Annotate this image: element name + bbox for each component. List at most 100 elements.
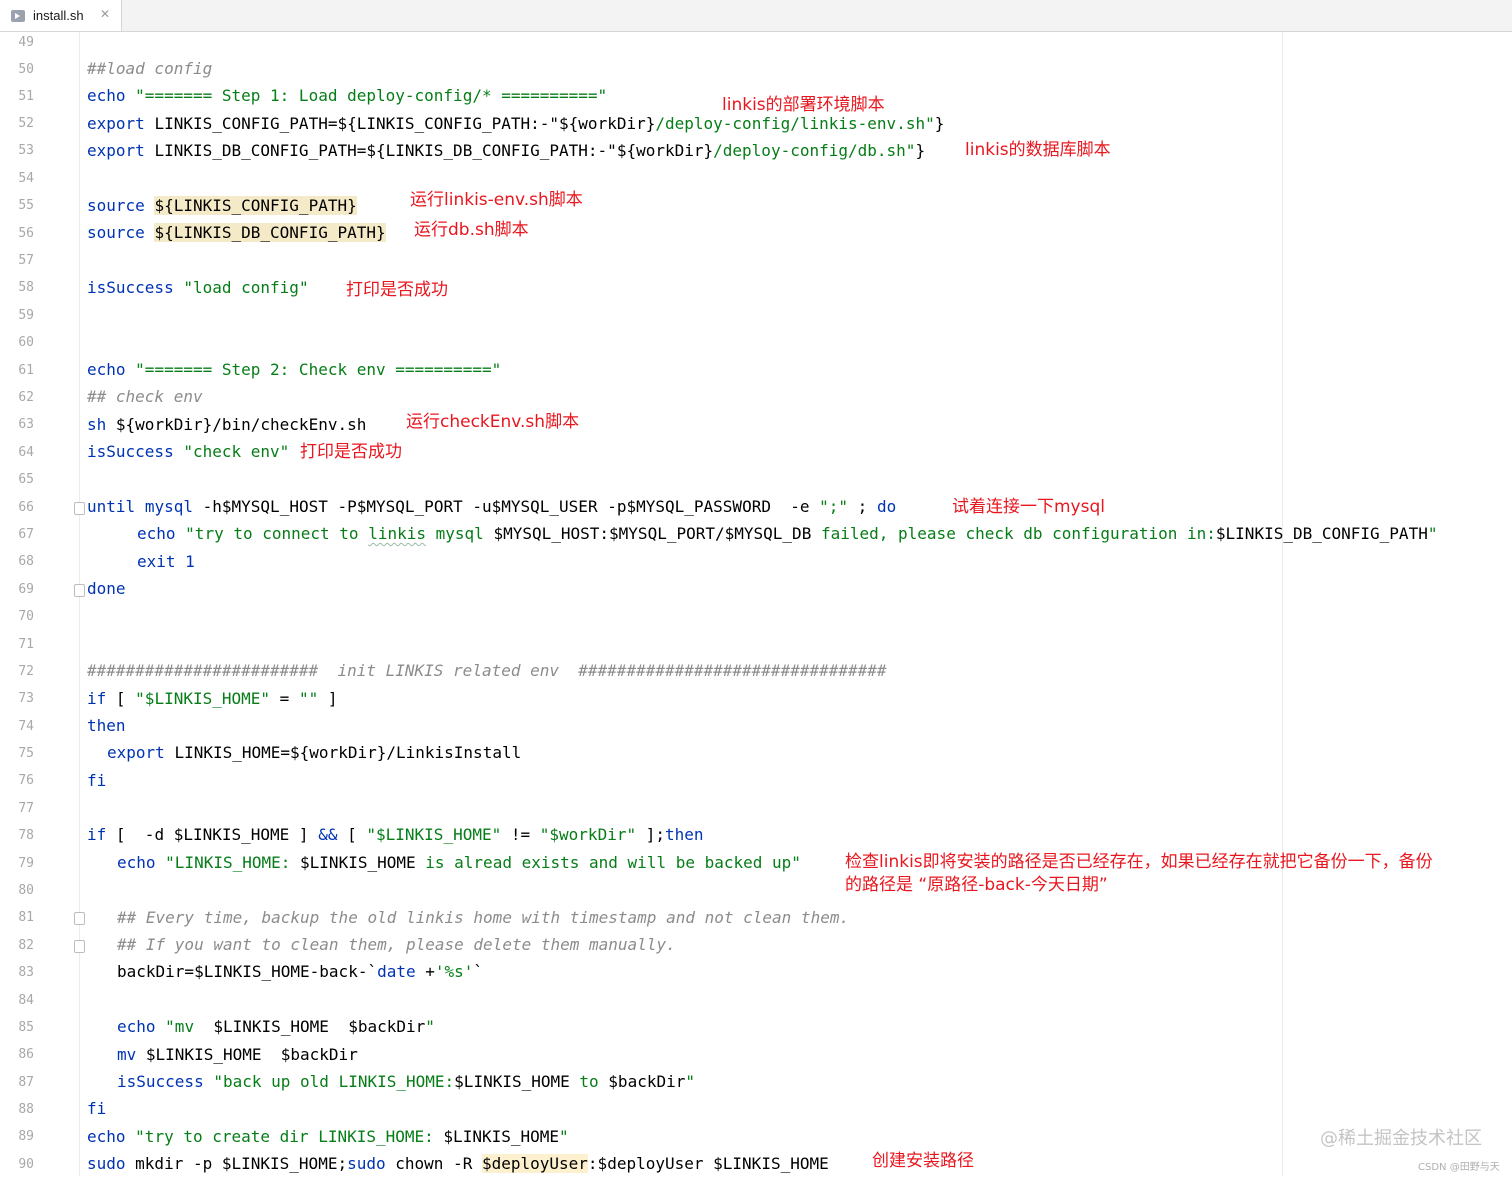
code-line-76[interactable]: fi bbox=[87, 767, 106, 794]
code-line-75[interactable]: export LINKIS_HOME=${workDir}/LinkisInst… bbox=[107, 739, 521, 766]
line-number: 87 bbox=[18, 1075, 34, 1090]
code-line-53[interactable]: export LINKIS_DB_CONFIG_PATH=${LINKIS_DB… bbox=[87, 137, 925, 164]
keyword: echo bbox=[137, 524, 176, 543]
code-line-61[interactable]: echo "======= Step 2: Check env ========… bbox=[87, 356, 501, 383]
code-line-83[interactable]: backDir=$LINKIS_HOME-back-`date +'%s'` bbox=[117, 958, 483, 985]
code-line-50[interactable]: ##load config bbox=[87, 55, 212, 82]
line-number: 60 bbox=[18, 335, 34, 350]
variable: $LINKIS_HOME bbox=[454, 1072, 570, 1091]
code-line-73[interactable]: if [ "$LINKIS_HOME" = "" ] bbox=[87, 685, 337, 712]
command: mysql bbox=[144, 497, 193, 516]
fold-marker-icon[interactable] bbox=[74, 940, 85, 953]
keyword: source bbox=[87, 223, 145, 242]
credit-text: CSDN @田野与天 bbox=[1418, 1162, 1500, 1173]
code-line-79[interactable]: echo "LINKIS_HOME: $LINKIS_HOME is alrea… bbox=[117, 849, 801, 876]
string: "$LINKIS_HOME" bbox=[366, 825, 502, 844]
code-line-72[interactable]: ######################## init LINKIS rel… bbox=[87, 657, 887, 684]
keyword: export bbox=[107, 743, 165, 762]
line-number: 52 bbox=[18, 116, 34, 131]
keyword: fi bbox=[87, 771, 107, 790]
test: [ -d $LINKIS_HOME ] bbox=[115, 825, 319, 844]
line-number: 59 bbox=[18, 308, 34, 323]
string: "======= Step 2: Check env ==========" bbox=[135, 360, 502, 379]
line-number: 65 bbox=[18, 472, 34, 487]
code-line-85[interactable]: echo "mv $LINKIS_HOME $backDir" bbox=[117, 1013, 435, 1040]
backtick: ` bbox=[473, 962, 484, 981]
line-number: 62 bbox=[18, 390, 34, 405]
assignment: LINKIS_HOME=${workDir}/LinkisInstall bbox=[174, 743, 522, 762]
line-number-gutter: 49 50 51 52 53 54 55 56 57 58 59 60 61 6… bbox=[0, 32, 85, 1176]
annotation-db-script: linkis的数据库脚本 bbox=[965, 140, 1111, 160]
annotation-try-mysql: 试着连接一下mysql bbox=[952, 497, 1105, 517]
line-number: 50 bbox=[18, 62, 34, 77]
code-line-87[interactable]: isSuccess "back up old LINKIS_HOME:$LINK… bbox=[117, 1068, 695, 1095]
keyword: until bbox=[87, 497, 136, 516]
string: " bbox=[425, 1017, 435, 1036]
line-number: 67 bbox=[18, 527, 34, 542]
variable: $LINKIS_HOME bbox=[443, 1127, 560, 1146]
annotation-run-linkis-env: 运行linkis-env.sh脚本 bbox=[410, 190, 583, 210]
annotation-create-path: 创建安装路径 bbox=[872, 1151, 974, 1171]
expansion: ${LINKIS_DB_CONFIG_PATH:-" bbox=[366, 141, 617, 160]
code-line-62[interactable]: ## check env bbox=[87, 383, 203, 410]
keyword: echo bbox=[87, 86, 126, 105]
code-line-82[interactable]: ## If you want to clean them, please del… bbox=[117, 931, 676, 958]
line-number: 78 bbox=[18, 828, 34, 843]
line-number: 75 bbox=[18, 746, 34, 761]
code-line-66[interactable]: until mysql -h$MYSQL_HOST -P$MYSQL_PORT … bbox=[87, 493, 896, 520]
keyword: echo bbox=[87, 1127, 126, 1146]
fold-marker-icon[interactable] bbox=[74, 912, 85, 925]
code-line-69[interactable]: done bbox=[87, 575, 126, 602]
arguments: -h$MYSQL_HOST -P$MYSQL_PORT -u$MYSQL_USE… bbox=[202, 497, 820, 516]
line-number: 58 bbox=[18, 280, 34, 295]
tab-label: install.sh bbox=[33, 8, 84, 23]
variable: ${workDir} bbox=[616, 141, 714, 160]
code-line-56[interactable]: source ${LINKIS_DB_CONFIG_PATH} bbox=[87, 219, 386, 246]
line-number: 69 bbox=[18, 582, 34, 597]
number: 1 bbox=[185, 552, 195, 571]
string: "" bbox=[298, 689, 319, 708]
line-number: 54 bbox=[18, 171, 34, 186]
code-line-78[interactable]: if [ -d $LINKIS_HOME ] && [ "$LINKIS_HOM… bbox=[87, 821, 704, 848]
arguments: $LINKIS_HOME $backDir bbox=[136, 1045, 358, 1064]
line-number: 89 bbox=[18, 1129, 34, 1144]
comment: ######################## init LINKIS rel… bbox=[87, 661, 887, 680]
line-number: 66 bbox=[18, 500, 34, 515]
code-line-63[interactable]: sh ${workDir}/bin/checkEnv.sh bbox=[87, 411, 366, 438]
code-line-55[interactable]: source ${LINKIS_CONFIG_PATH} bbox=[87, 192, 357, 219]
keyword: source bbox=[87, 196, 145, 215]
comment: ## If you want to clean them, please del… bbox=[117, 935, 676, 954]
arguments: :$deployUser $LINKIS_HOME bbox=[587, 1154, 829, 1173]
line-number: 83 bbox=[18, 965, 34, 980]
code-line-86[interactable]: mv $LINKIS_HOME $backDir bbox=[117, 1041, 358, 1068]
tab-install-sh[interactable]: install.sh ✕ bbox=[0, 0, 122, 31]
code-line-90[interactable]: sudo mkdir -p $LINKIS_HOME;sudo chown -R… bbox=[87, 1150, 829, 1177]
string: "check env" bbox=[183, 442, 290, 461]
fold-marker-icon[interactable] bbox=[74, 502, 85, 515]
line-number: 63 bbox=[18, 417, 34, 432]
arguments: mkdir -p $LINKIS_HOME; bbox=[125, 1154, 348, 1173]
code-line-74[interactable]: then bbox=[87, 712, 126, 739]
code-line-88[interactable]: fi bbox=[87, 1095, 106, 1122]
keyword: export bbox=[87, 114, 145, 133]
close-icon[interactable]: ✕ bbox=[100, 7, 110, 21]
keyword: isSuccess bbox=[117, 1072, 204, 1091]
annotation-print-success-2: 打印是否成功 bbox=[300, 442, 402, 462]
variable: $LINKIS_DB_CONFIG_PATH bbox=[1215, 524, 1428, 543]
expansion: ${LINKIS_CONFIG_PATH:-" bbox=[337, 114, 560, 133]
highlighted-variable: ${LINKIS_CONFIG_PATH} bbox=[154, 196, 357, 215]
code-line-81[interactable]: ## Every time, backup the old linkis hom… bbox=[117, 904, 849, 931]
code-line-89[interactable]: echo "try to create dir LINKIS_HOME: $LI… bbox=[87, 1123, 569, 1150]
operator: + bbox=[415, 962, 435, 981]
fold-marker-icon[interactable] bbox=[74, 584, 85, 597]
code-line-58[interactable]: isSuccess "load config" bbox=[87, 274, 309, 301]
code-line-68[interactable]: exit 1 bbox=[137, 548, 195, 575]
line-number: 55 bbox=[18, 198, 34, 213]
brace: } bbox=[934, 114, 945, 133]
keyword: sudo bbox=[347, 1154, 386, 1173]
code-line-67[interactable]: echo "try to connect to linkis mysql $MY… bbox=[137, 520, 1437, 547]
line-number: 56 bbox=[18, 226, 34, 241]
code-line-64[interactable]: isSuccess "check env" bbox=[87, 438, 289, 465]
variable: $LINKIS_HOME $backDir bbox=[213, 1017, 426, 1036]
code-line-51[interactable]: echo "======= Step 1: Load deploy-config… bbox=[87, 82, 607, 109]
